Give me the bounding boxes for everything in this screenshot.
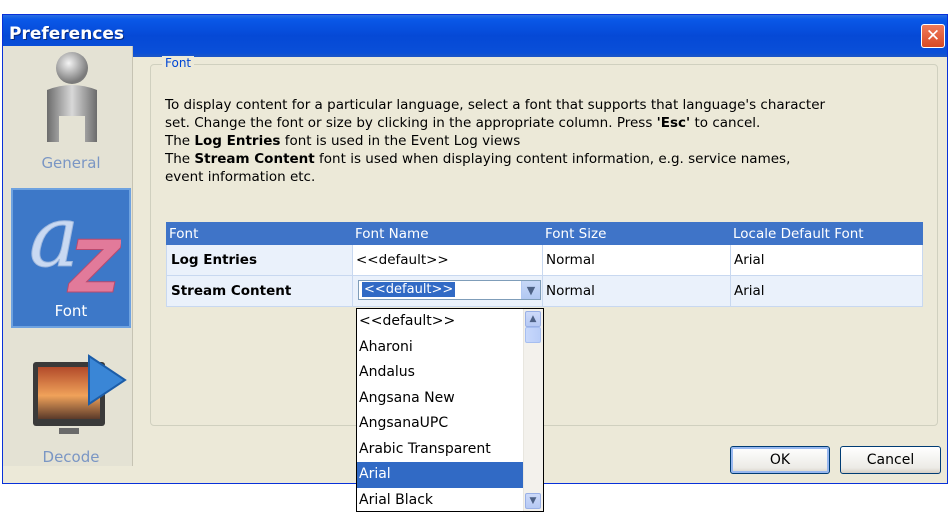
sidebar-item-label: General xyxy=(41,154,100,178)
row-label: Log Entries xyxy=(167,245,353,276)
table-header-row: Font Font Name Font Size Locale Default … xyxy=(167,223,923,245)
window-title: Preferences xyxy=(9,24,124,44)
sidebar-item-label: Font xyxy=(55,302,88,326)
scroll-down-icon[interactable]: ▼ xyxy=(525,493,541,509)
list-item[interactable]: AngsanaUPC xyxy=(357,411,543,437)
person-icon xyxy=(41,50,103,144)
locale-font-cell: Arial xyxy=(731,245,923,276)
sidebar-item-label: Decode xyxy=(43,448,100,472)
sidebar-item-general[interactable]: General xyxy=(11,44,131,178)
tv-play-icon xyxy=(29,348,129,444)
font-dropdown-list[interactable]: <<default>> Aharoni Andalus Angsana New … xyxy=(356,308,544,512)
sidebar: General a Z Font Decode xyxy=(3,46,133,466)
scrollbar-thumb[interactable] xyxy=(525,327,541,343)
font-name-cell[interactable]: <<default>> xyxy=(353,245,543,276)
svg-text:Z: Z xyxy=(67,225,121,298)
list-item[interactable]: Arabic Transparent xyxy=(357,437,543,463)
font-size-cell[interactable]: Normal xyxy=(543,276,731,307)
list-item[interactable]: Angsana New xyxy=(357,386,543,412)
list-item[interactable]: Aharoni xyxy=(357,335,543,361)
column-header-locale-default[interactable]: Locale Default Font xyxy=(731,223,923,245)
ok-button[interactable]: OK xyxy=(730,446,830,474)
list-item[interactable]: Arial Black xyxy=(357,488,543,512)
sidebar-item-font[interactable]: a Z Font xyxy=(11,188,131,328)
description-line: event information etc. xyxy=(165,168,315,186)
description-line: The Stream Content font is used when dis… xyxy=(165,150,790,168)
font-size-cell[interactable]: Normal xyxy=(543,245,731,276)
description-line: The Log Entries font is used in the Even… xyxy=(165,132,520,150)
font-table: Font Font Name Font Size Locale Default … xyxy=(166,222,923,307)
locale-font-cell: Arial xyxy=(731,276,923,307)
description-line: To display content for a particular lang… xyxy=(165,96,825,114)
font-name-combobox[interactable]: <<default>> ▼ xyxy=(358,280,541,300)
description-line: set. Change the font or size by clicking… xyxy=(165,114,760,132)
font-az-icon: a Z xyxy=(27,194,121,298)
column-header-font-name[interactable]: Font Name xyxy=(353,223,543,245)
combobox-value: <<default>> xyxy=(362,282,455,297)
title-bar[interactable]: Preferences ✕ xyxy=(3,15,947,57)
close-button[interactable]: ✕ xyxy=(921,24,945,48)
column-header-font[interactable]: Font xyxy=(167,223,353,245)
table-row: Log Entries <<default>> Normal Arial xyxy=(167,245,923,276)
cancel-button[interactable]: Cancel xyxy=(840,446,941,474)
row-label: Stream Content xyxy=(167,276,353,307)
dropdown-scrollbar[interactable]: ▲ ▼ xyxy=(523,309,543,511)
groupbox-legend: Font xyxy=(162,56,194,70)
column-header-font-size[interactable]: Font Size xyxy=(543,223,731,245)
table-row: Stream Content Normal Arial xyxy=(167,276,923,307)
scroll-up-icon[interactable]: ▲ xyxy=(525,311,541,327)
sidebar-item-decode[interactable]: Decode xyxy=(11,338,131,472)
chevron-down-icon[interactable]: ▼ xyxy=(521,281,540,299)
list-item[interactable]: Andalus xyxy=(357,360,543,386)
list-item[interactable]: <<default>> xyxy=(357,309,543,335)
list-item-selected[interactable]: Arial xyxy=(357,462,543,488)
